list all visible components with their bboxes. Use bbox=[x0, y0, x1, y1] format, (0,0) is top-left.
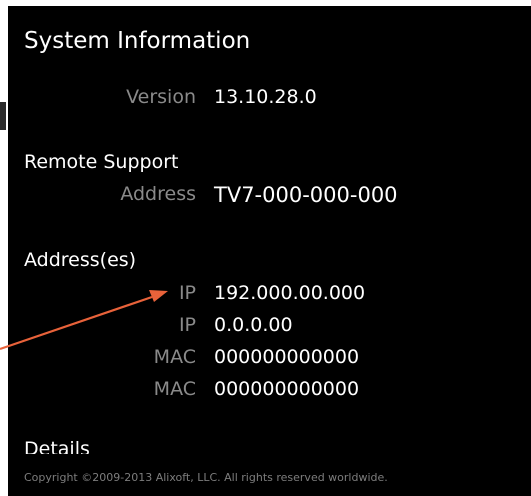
remote-support-heading: Remote Support bbox=[24, 151, 179, 173]
address-row-label: IP bbox=[178, 314, 196, 336]
address-row-value: 000000000000 bbox=[214, 346, 360, 368]
screenshot-frame: System Information Version 13.10.28.0 Re… bbox=[0, 0, 531, 496]
address-row-value: 000000000000 bbox=[214, 378, 360, 400]
address-row-label: MAC bbox=[153, 378, 196, 400]
address-row-label: MAC bbox=[153, 346, 196, 368]
version-label: Version bbox=[126, 86, 196, 108]
copyright-text: Copyright ©2009-2013 Alixoft, LLC. All r… bbox=[24, 471, 388, 484]
panel-title: System Information bbox=[24, 28, 251, 54]
version-value: 13.10.28.0 bbox=[214, 86, 317, 108]
details-clip-mask bbox=[8, 454, 531, 470]
address-row-label: IP bbox=[178, 282, 196, 304]
addresses-heading: Address(es) bbox=[24, 249, 137, 271]
system-information-panel: System Information Version 13.10.28.0 Re… bbox=[8, 6, 531, 496]
address-row-value: 0.0.0.00 bbox=[214, 314, 293, 336]
remote-address-value: TV7-000-000-000 bbox=[214, 183, 398, 207]
background-window-glyph bbox=[0, 102, 6, 130]
address-row-value: 192.000.00.000 bbox=[214, 282, 366, 304]
remote-address-label: Address bbox=[120, 183, 196, 205]
